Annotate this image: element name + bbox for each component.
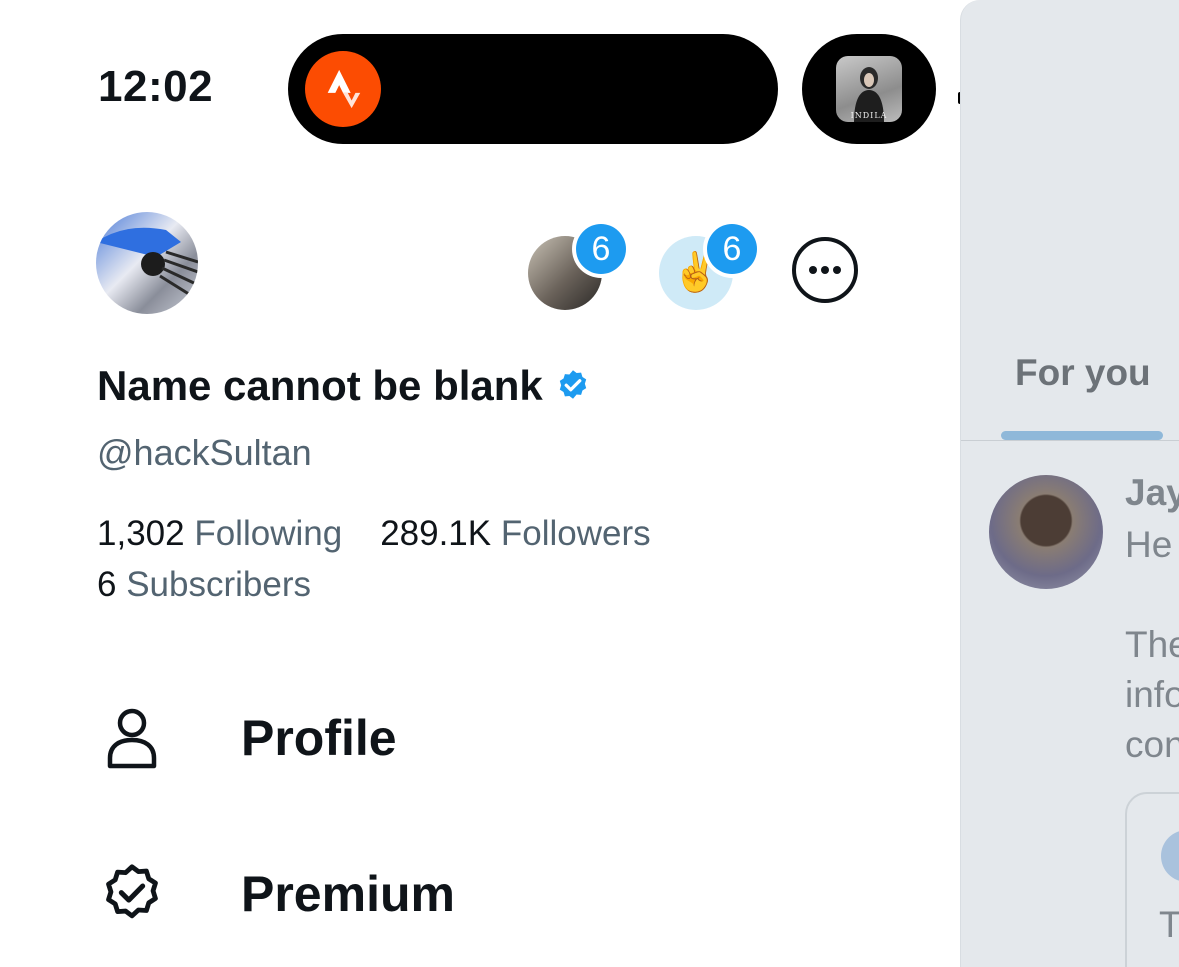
post-text-line: con bbox=[1125, 724, 1179, 765]
following-link[interactable]: 1,302 Following bbox=[97, 514, 342, 553]
notification-badge-2: 6 bbox=[707, 224, 757, 274]
status-time: 12:02 bbox=[98, 62, 214, 111]
post-author-avatar[interactable] bbox=[989, 475, 1103, 589]
more-options-button[interactable] bbox=[792, 237, 858, 303]
followers-label: Followers bbox=[500, 514, 651, 553]
follow-stats: 1,302 Following 289.1K Followers bbox=[97, 514, 651, 554]
tab-for-you[interactable]: For you bbox=[1015, 352, 1151, 394]
quoted-post-text: T bbox=[1159, 904, 1179, 946]
person-icon bbox=[100, 706, 164, 770]
verified-badge-outline-icon bbox=[100, 862, 164, 926]
menu-item-profile[interactable]: Profile bbox=[100, 706, 397, 770]
album-art-icon: INDILA bbox=[836, 56, 902, 122]
display-name-text: Name cannot be blank bbox=[97, 362, 543, 409]
strava-icon[interactable] bbox=[305, 51, 381, 127]
subscribers-label: Subscribers bbox=[126, 565, 311, 604]
username-handle: @hackSultan bbox=[97, 432, 312, 473]
followers-count: 289.1K bbox=[380, 514, 492, 553]
timeline-background[interactable]: For you Jay He The info con T bbox=[960, 0, 1179, 967]
menu-label-premium: Premium bbox=[241, 866, 455, 922]
post-text-line: He bbox=[1125, 524, 1173, 565]
following-count: 1,302 bbox=[97, 514, 185, 553]
notification-badge-1: 6 bbox=[576, 224, 626, 274]
ellipsis-icon bbox=[809, 266, 841, 274]
post-text-line: info bbox=[1125, 674, 1179, 715]
menu-label-profile: Profile bbox=[241, 710, 397, 766]
post-text-line: The bbox=[1125, 624, 1179, 665]
tab-indicator bbox=[1001, 431, 1163, 440]
followers-link[interactable]: 289.1K Followers bbox=[380, 514, 650, 553]
subscribers-count: 6 bbox=[97, 565, 117, 604]
post-author-name[interactable]: Jay bbox=[1125, 472, 1179, 514]
subscribers-link[interactable]: 6 Subscribers bbox=[97, 565, 311, 605]
album-title: INDILA bbox=[850, 111, 888, 120]
verified-badge-icon bbox=[559, 370, 586, 399]
tab-divider bbox=[961, 440, 1179, 441]
profile-avatar[interactable] bbox=[96, 212, 198, 314]
menu-item-premium[interactable]: Premium bbox=[100, 862, 455, 926]
following-label: Following bbox=[194, 514, 343, 553]
display-name[interactable]: Name cannot be blank bbox=[97, 362, 591, 410]
